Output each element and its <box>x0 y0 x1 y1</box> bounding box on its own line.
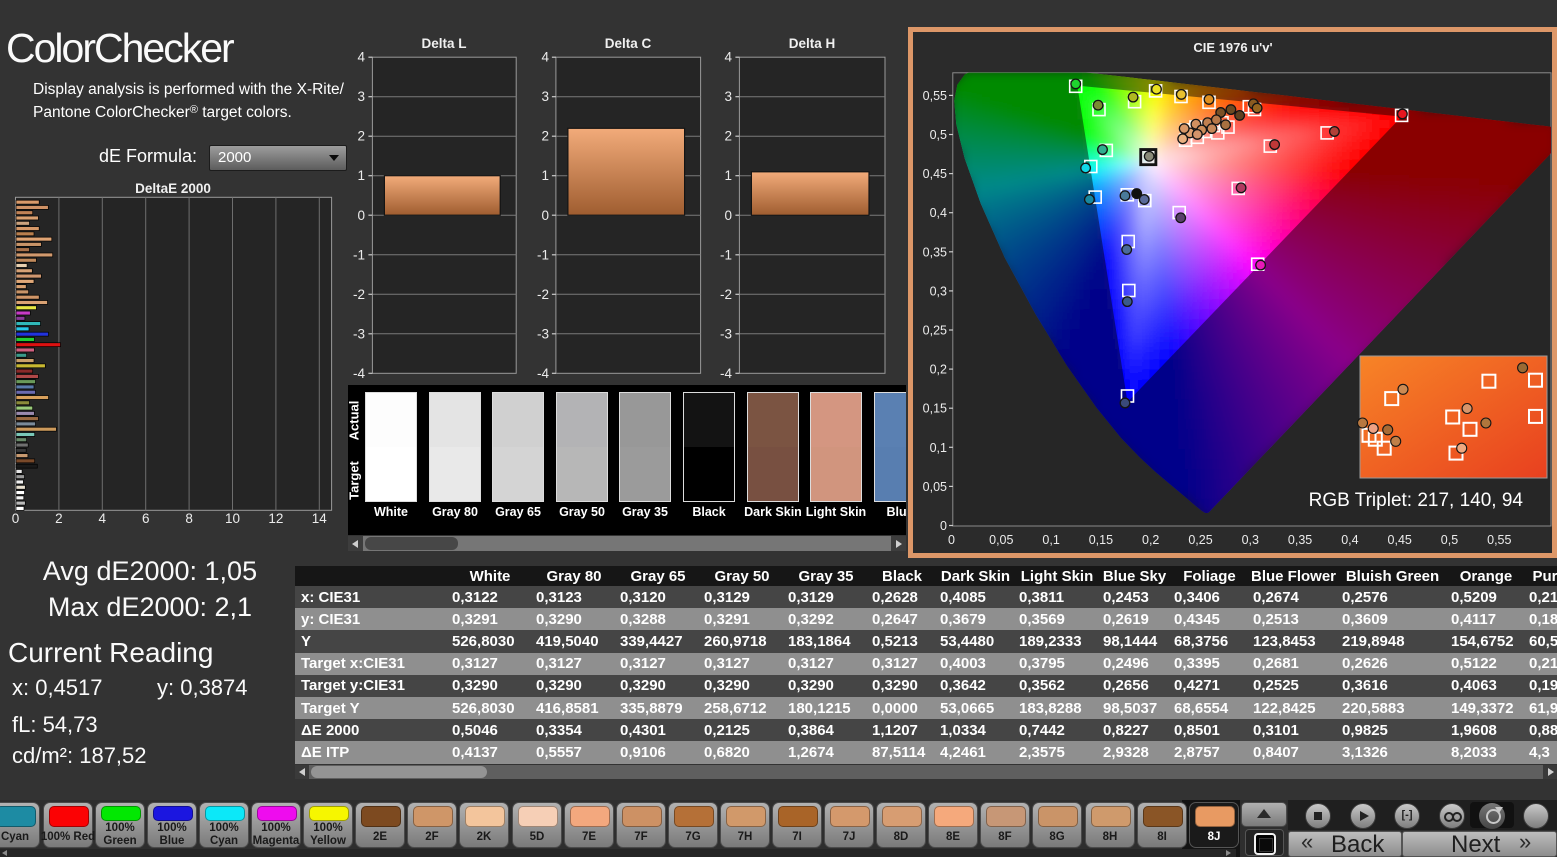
svg-text:-3: -3 <box>720 326 732 341</box>
svg-text:3: 3 <box>724 89 732 104</box>
svg-text:3: 3 <box>541 89 549 104</box>
svg-text:0,45: 0,45 <box>1388 533 1412 547</box>
svg-text:0,55: 0,55 <box>1487 533 1511 547</box>
svg-text:0,05: 0,05 <box>989 533 1013 547</box>
svg-text:2: 2 <box>724 129 732 144</box>
svg-text:-4: -4 <box>720 366 732 381</box>
svg-text:-1: -1 <box>353 247 365 262</box>
svg-text:0,15: 0,15 <box>923 402 947 416</box>
svg-text:4: 4 <box>541 50 549 65</box>
svg-text:4: 4 <box>724 50 732 65</box>
svg-text:0,4: 0,4 <box>930 206 947 220</box>
svg-text:-1: -1 <box>720 247 732 262</box>
svg-text:-2: -2 <box>537 287 549 302</box>
svg-text:0,4: 0,4 <box>1341 533 1358 547</box>
svg-text:0,25: 0,25 <box>1188 533 1212 547</box>
svg-text:1: 1 <box>357 168 365 183</box>
svg-text:0,5: 0,5 <box>1441 533 1458 547</box>
svg-text:-3: -3 <box>537 326 549 341</box>
svg-text:CIE 1976 u'v': CIE 1976 u'v' <box>1193 40 1272 55</box>
svg-text:0: 0 <box>940 519 947 533</box>
svg-text:0,35: 0,35 <box>1288 533 1312 547</box>
svg-text:0,45: 0,45 <box>923 167 947 181</box>
svg-text:10: 10 <box>225 511 240 526</box>
svg-text:1: 1 <box>724 168 732 183</box>
svg-text:0: 0 <box>541 208 549 223</box>
svg-text:-2: -2 <box>720 287 732 302</box>
svg-text:RGB Triplet: 217, 140, 94: RGB Triplet: 217, 140, 94 <box>1309 490 1524 511</box>
svg-text:0,05: 0,05 <box>923 480 947 494</box>
svg-text:-1: -1 <box>537 247 549 262</box>
svg-text:6: 6 <box>142 511 150 526</box>
svg-text:0,2: 0,2 <box>1142 533 1159 547</box>
svg-text:8: 8 <box>185 511 193 526</box>
svg-text:14: 14 <box>312 511 328 526</box>
svg-text:0,1: 0,1 <box>1042 533 1059 547</box>
svg-text:-2: -2 <box>353 287 365 302</box>
svg-text:0,5: 0,5 <box>930 128 947 142</box>
svg-text:2: 2 <box>541 129 549 144</box>
svg-text:-3: -3 <box>353 326 365 341</box>
svg-text:4: 4 <box>357 50 365 65</box>
svg-text:0: 0 <box>948 533 955 547</box>
svg-text:2: 2 <box>357 129 365 144</box>
svg-text:0,35: 0,35 <box>923 245 947 259</box>
svg-text:-4: -4 <box>537 366 549 381</box>
svg-text:0,25: 0,25 <box>923 324 947 338</box>
svg-text:Delta H: Delta H <box>789 36 836 51</box>
svg-text:4: 4 <box>99 511 107 526</box>
svg-text:0: 0 <box>357 208 365 223</box>
svg-text:0,55: 0,55 <box>923 89 947 103</box>
svg-text:0,15: 0,15 <box>1089 533 1113 547</box>
svg-text:0,1: 0,1 <box>930 441 947 455</box>
svg-text:2: 2 <box>55 511 63 526</box>
svg-text:-4: -4 <box>353 366 365 381</box>
svg-text:0: 0 <box>724 208 732 223</box>
svg-text:1: 1 <box>541 168 549 183</box>
svg-text:0,3: 0,3 <box>1242 533 1259 547</box>
svg-text:3: 3 <box>357 89 365 104</box>
svg-text:Delta C: Delta C <box>605 36 652 51</box>
svg-text:0,3: 0,3 <box>930 284 947 298</box>
svg-text:Delta L: Delta L <box>421 36 466 51</box>
svg-text:0,2: 0,2 <box>930 363 947 377</box>
svg-text:0: 0 <box>12 511 20 526</box>
svg-text:12: 12 <box>268 511 283 526</box>
